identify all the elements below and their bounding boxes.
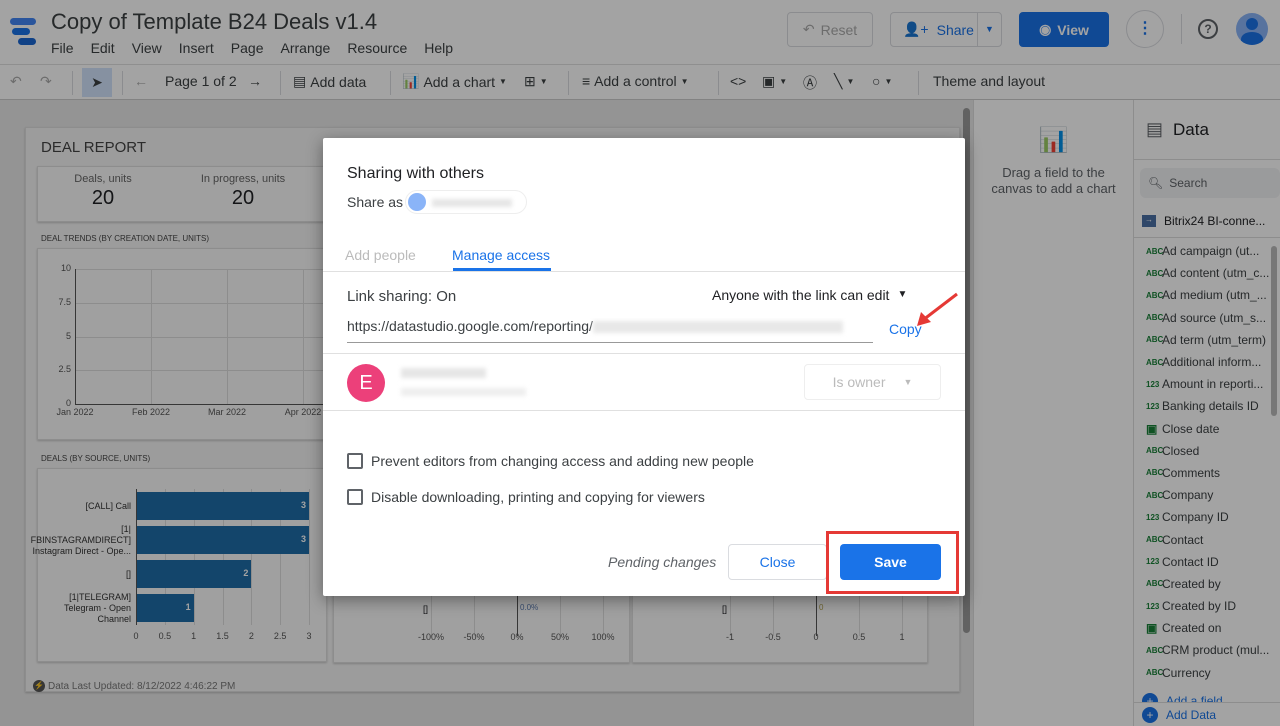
account-avatar (408, 193, 426, 211)
share-as-label: Share as (347, 194, 404, 210)
link-permission-dropdown[interactable]: Anyone with the link can edit ▼ (712, 287, 907, 303)
tab-add-people[interactable]: Add people (345, 247, 416, 263)
caret-down-icon: ▼ (897, 289, 908, 300)
tab-manage-access[interactable]: Manage access (452, 247, 550, 263)
close-button[interactable]: Close (728, 544, 827, 580)
checkbox[interactable] (347, 453, 363, 469)
link-sharing-status: Link sharing: On (347, 288, 457, 305)
annotation-arrow-icon (917, 292, 958, 326)
checkbox[interactable] (347, 489, 363, 505)
sharing-dialog: Sharing with others Share as Add people … (323, 138, 965, 596)
share-as-account-chip[interactable] (405, 190, 527, 214)
save-button[interactable]: Save (840, 544, 941, 580)
pending-changes-label: Pending changes (608, 554, 717, 570)
dialog-title: Sharing with others (347, 165, 484, 182)
disable-downloading-checkbox[interactable]: Disable downloading, printing and copyin… (347, 489, 705, 505)
owner-avatar: E (347, 364, 385, 402)
prevent-editors-checkbox[interactable]: Prevent editors from changing access and… (347, 453, 754, 469)
share-link-field[interactable]: https://datastudio.google.com/reporting/ (347, 318, 873, 343)
owner-role-dropdown: Is owner ▼ (804, 364, 941, 400)
